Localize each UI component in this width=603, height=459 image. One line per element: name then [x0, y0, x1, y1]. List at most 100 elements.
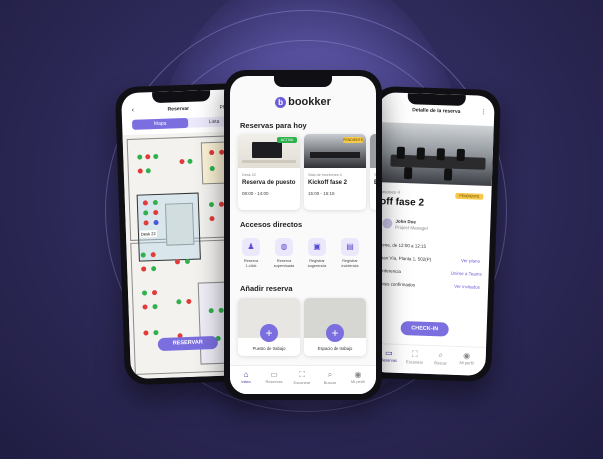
tab-label: Mi perfil — [350, 379, 365, 384]
desk-available[interactable] — [152, 304, 158, 310]
search-icon: ⌕ — [438, 350, 444, 360]
shortcut-incident[interactable]: ▤ Registrar incidencia — [335, 238, 365, 269]
shortcut-label: incidencia — [341, 264, 359, 268]
table-shape — [310, 152, 360, 158]
card-location: Sa — [374, 173, 376, 177]
shortcut-label: sugerencia — [307, 264, 327, 268]
chair-shape — [443, 168, 453, 181]
shortcut-suggestion[interactable]: ▣ Registrar sugerencia — [302, 238, 332, 269]
card-location: Desk 22 — [242, 173, 256, 177]
desk-occupied[interactable] — [150, 252, 156, 258]
home-icon: ⌂ — [243, 370, 249, 379]
plus-icon[interactable]: + — [326, 324, 344, 342]
bottom-tab-bar: ⌂ Inicio ▭ Reservas ⛶ Escanear ⌕ Buscar ◉ Mi … — [230, 365, 376, 394]
join-teams-link[interactable]: Unirse a Teams — [451, 271, 482, 277]
tab-label: Mi perfil — [459, 360, 474, 366]
shortcut-label: 1-click — [245, 264, 257, 268]
shortcut-label: Reserva — [276, 259, 292, 263]
promo-background: ‹ Reservar Pla Mapa Lista Desk 22 — [0, 0, 603, 459]
view-guests-link[interactable]: Ver invitados — [454, 284, 480, 290]
organizer-name: John Doe — [395, 218, 417, 225]
detail-screen: Detalle de la reserva ⋮ uniones 4 PENDIE… — [369, 92, 495, 376]
meeting-title: off fase 2 — [379, 196, 425, 209]
profile-icon: ◉ — [354, 370, 362, 379]
page-title: Reservar — [167, 105, 190, 113]
reserve-button[interactable]: RESERVAR — [157, 335, 219, 352]
detail-title: Detalle de la reserva — [412, 107, 461, 115]
app-name: bookker — [288, 96, 331, 108]
reservation-card[interactable]: PENDIENTE Sala de reuniones 4 Kickoff fa… — [304, 134, 366, 210]
tab-profile[interactable]: ◉ Mi perfil — [345, 370, 371, 384]
add-card-label: Espacio de trabajo — [317, 346, 353, 351]
desk-shape — [242, 160, 296, 163]
tab-label: Inicio — [241, 379, 251, 384]
tab-label: Reservas — [265, 379, 283, 384]
add-workstation-card[interactable]: + Puesto de trabajo — [238, 298, 300, 356]
tab-inicio[interactable]: ⌂ Inicio — [233, 370, 259, 384]
tab-label: Escanear — [293, 380, 311, 385]
tab-label: Buscar — [323, 380, 337, 385]
meeting-datetime: 5 ene, de 12:00 a 12:15 — [378, 242, 427, 249]
chair-shape — [416, 147, 426, 160]
chair-shape — [396, 146, 406, 159]
phone-notch — [274, 76, 332, 87]
room-name: uniones 4 — [380, 189, 401, 195]
status-badge: PENDIENTE — [455, 192, 484, 200]
shield-icon: ◍ — [275, 238, 293, 256]
tab-escanear[interactable]: ⛶ Escanear — [401, 349, 428, 365]
tab-reservas[interactable]: ▭ Reservas — [261, 370, 287, 384]
shortcut-label: Registrar — [342, 259, 358, 263]
card-title: Reserva de puesto — [242, 180, 296, 186]
section-title-shortcuts: Accesos directos — [240, 220, 303, 229]
profile-icon: ◉ — [463, 351, 471, 361]
phone-home: b bookker Reservas para hoy ACTIVA Desk 2… — [224, 70, 382, 400]
tab-label: Buscar — [434, 360, 447, 366]
tab-map[interactable]: Mapa — [131, 117, 189, 130]
chair-shape — [436, 148, 445, 161]
shortcut-label: Registrar — [309, 259, 325, 263]
add-card-label: Puesto de trabajo — [252, 346, 286, 351]
avatar — [382, 218, 393, 229]
room-photo — [370, 134, 376, 168]
back-arrow-icon[interactable]: ‹ — [132, 107, 135, 114]
status-badge: PENDIENTE — [343, 137, 364, 143]
section-title-add: Añadir reserva — [240, 284, 293, 293]
tab-label: Escanear — [405, 359, 424, 365]
reservation-card[interactable]: Sa Es — [370, 134, 376, 210]
desk-occupied[interactable] — [174, 259, 181, 265]
shortcut-one-click[interactable]: ♟ Reserva 1-click — [236, 238, 266, 269]
home-screen: b bookker Reservas para hoy ACTIVA Desk 2… — [230, 76, 376, 394]
section-title-today: Reservas para hoy — [240, 121, 307, 130]
phone-detail: Detalle de la reserva ⋮ uniones 4 PENDIE… — [362, 85, 502, 383]
tab-buscar[interactable]: ⌕ Buscar — [317, 370, 343, 385]
user-icon: ♟ — [242, 238, 260, 256]
card-time: 15:00 - 15:15 — [308, 191, 335, 196]
check-in-button[interactable]: CHECK-IN — [400, 320, 449, 337]
tab-label: Reservas — [380, 357, 398, 363]
more-options-icon[interactable]: ⋮ — [480, 109, 486, 116]
meeting-address: Gran Vía, Planta 1, 502(P) — [378, 255, 432, 262]
desk-available[interactable] — [153, 330, 159, 336]
card-title: Es — [374, 180, 376, 186]
bottom-tab-bar: ▭ Reservas ⛶ Escanear ⌕ Buscar ◉ Mi perfil — [369, 342, 487, 376]
tab-escanear[interactable]: ⛶ Escanear — [289, 370, 315, 385]
status-badge: ACTIVA — [277, 137, 297, 143]
chat-icon: ▣ — [308, 238, 326, 256]
shortcut-label: supervisada — [273, 264, 295, 268]
phone-notch — [407, 93, 466, 107]
app-logo: b bookker — [230, 96, 376, 108]
tab-buscar[interactable]: ⌕ Buscar — [427, 350, 454, 366]
bookker-logo-icon: b — [275, 96, 287, 108]
shortcut-supervised[interactable]: ◍ Reserva supervisada — [269, 238, 299, 269]
plus-icon[interactable]: + — [260, 324, 278, 342]
alert-icon: ▤ — [341, 238, 359, 256]
reservation-card[interactable]: ACTIVA Desk 22 Reserva de puesto 08:00 -… — [238, 134, 300, 210]
chair-shape — [403, 166, 413, 180]
card-title: Kickoff fase 2 — [308, 180, 348, 186]
desk-caption: Desk 22 — [139, 230, 157, 238]
add-workspace-card[interactable]: + Espacio de trabajo — [304, 298, 366, 356]
phone-notch — [152, 90, 211, 104]
view-plan-link[interactable]: Ver plano — [461, 258, 480, 264]
meeting-room-photo — [375, 122, 494, 187]
tab-profile[interactable]: ◉ Mi perfil — [453, 351, 479, 366]
